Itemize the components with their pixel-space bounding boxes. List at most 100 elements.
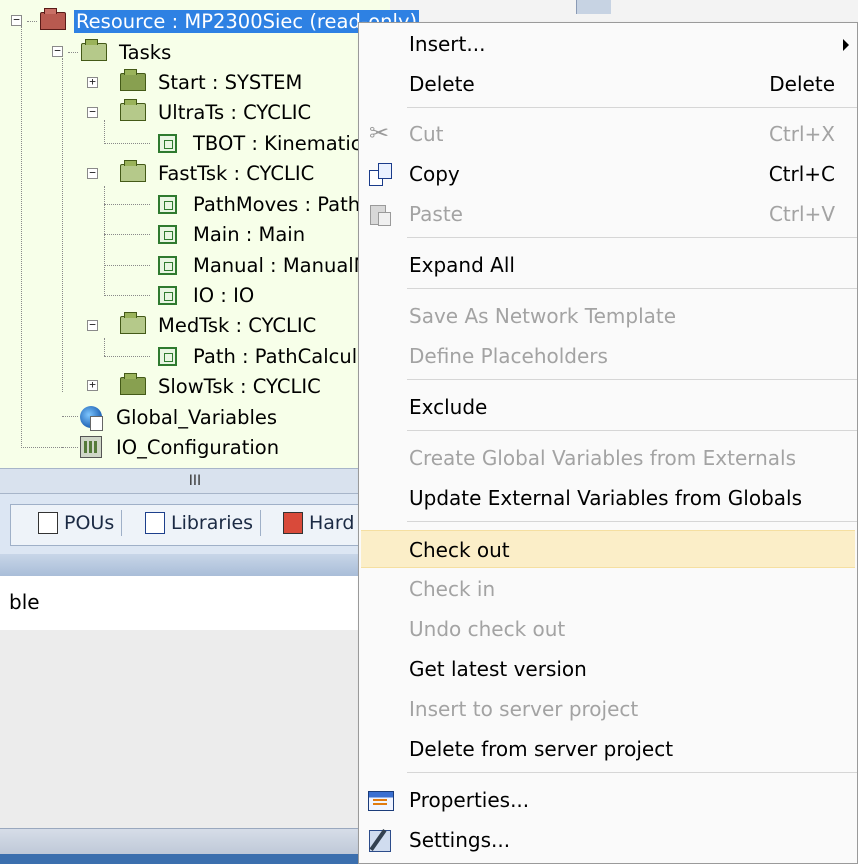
horizontal-scrollbar[interactable]: III [0, 468, 390, 494]
menu-item-get-latest-version[interactable]: Get latest version [361, 650, 855, 688]
tree-connector [62, 447, 78, 448]
menu-item-label: Define Placeholders [409, 344, 608, 368]
menu-item-label: Copy [409, 162, 460, 186]
menu-item-delete[interactable]: Delete Delete [361, 65, 855, 103]
tree-node-label: Manual : ManualM [193, 253, 371, 277]
vertical-scrollbar[interactable] [576, 0, 611, 14]
menu-item-settings[interactable]: Settings... [361, 821, 855, 859]
tree-node-ioconfig[interactable]: IO_Configuration [80, 433, 281, 461]
menu-separator [407, 430, 857, 431]
tree-node-globals[interactable]: Global_Variables [80, 403, 279, 431]
collapse-toggle-tasks[interactable]: − [52, 45, 63, 57]
tree-node-io[interactable]: IO : IO [158, 281, 256, 309]
tree-node-ultra[interactable]: UltraTs : CYCLIC [120, 98, 313, 126]
tree-connector [104, 265, 150, 266]
folder-open-icon [81, 39, 107, 61]
menu-item-properties[interactable]: Properties... [361, 781, 855, 819]
menu-item-insert-to-server-project[interactable]: Insert to server project [361, 690, 855, 728]
tree-node-label: IO_Configuration [116, 435, 280, 459]
menu-item-update-external-variables[interactable]: Update External Variables from Globals [361, 479, 855, 517]
tree-connector [68, 52, 78, 53]
menu-item-label: Paste [409, 202, 463, 226]
program-icon [158, 194, 177, 214]
menu-item-label: Create Global Variables from Externals [409, 446, 797, 470]
menu-item-delete-from-server-project[interactable]: Delete from server project [361, 730, 855, 768]
status-strip [0, 854, 390, 864]
tab-pous[interactable]: POUs [38, 508, 123, 538]
tree-node-label: Global_Variables [116, 405, 278, 429]
lower-pane-text: ble [9, 590, 40, 614]
folder-open-icon [120, 99, 146, 121]
project-tree: − − + − − − + Resource : MP2300Siec (rea… [0, 0, 420, 468]
tree-connector [62, 416, 78, 417]
libraries-icon [145, 512, 165, 534]
context-menu: Insert... Delete Delete Cut Ctrl+X Copy … [358, 22, 858, 864]
tab-label: Hard [309, 512, 355, 534]
program-icon [158, 285, 177, 305]
menu-item-save-network-template[interactable]: Save As Network Template [361, 297, 855, 335]
menu-item-exclude[interactable]: Exclude [361, 388, 855, 426]
tree-node-tasks[interactable]: Tasks [81, 38, 173, 66]
tree-node-main[interactable]: Main : Main [158, 220, 307, 248]
menu-item-paste[interactable]: Paste Ctrl+V [361, 195, 855, 233]
folder-open-icon [120, 312, 146, 334]
menu-item-insert[interactable]: Insert... [361, 25, 855, 63]
tab-label: POUs [64, 512, 115, 534]
tree-node-med[interactable]: MedTsk : CYCLIC [120, 311, 318, 339]
tree-node-label: UltraTs : CYCLIC [158, 100, 312, 124]
menu-item-label: Update External Variables from Globals [409, 486, 802, 510]
tree-node-pathmoves[interactable]: PathMoves : Path [158, 190, 362, 218]
tree-node-path[interactable]: Path : PathCalcula [158, 342, 371, 370]
menu-item-cut[interactable]: Cut Ctrl+X [361, 114, 855, 153]
menu-separator [407, 288, 857, 289]
expand-toggle-start[interactable]: + [87, 76, 98, 88]
tree-node-start[interactable]: Start : SYSTEM [120, 68, 304, 96]
folder-icon [120, 69, 146, 91]
tree-node-manual[interactable]: Manual : ManualM [158, 251, 373, 279]
workspace-tab-bar: POUs Libraries Hard [0, 494, 390, 554]
menu-separator [407, 237, 857, 238]
menu-item-label: Settings... [409, 828, 511, 852]
menu-item-create-global-variables[interactable]: Create Global Variables from Externals [361, 439, 855, 477]
menu-item-label: Cut [409, 122, 444, 146]
collapse-toggle-resource[interactable]: − [11, 14, 22, 26]
menu-item-expand-all[interactable]: Expand All [361, 246, 855, 284]
tree-node-fast[interactable]: FastTsk : CYCLIC [120, 159, 316, 187]
menu-item-undo-check-out[interactable]: Undo check out [361, 610, 855, 648]
properties-icon [367, 788, 394, 812]
tab-hardware[interactable]: Hard [283, 508, 354, 538]
collapse-toggle-med[interactable]: − [87, 319, 98, 331]
tree-node-slow[interactable]: SlowTsk : CYCLIC [120, 372, 323, 400]
menu-item-check-out[interactable]: Check out [361, 530, 855, 568]
tree-node-label: Tasks [119, 40, 172, 64]
scroll-grip: III [188, 473, 202, 489]
menu-item-label: Delete [409, 72, 475, 96]
folder-icon [120, 373, 146, 395]
menu-item-label: Insert to server project [409, 697, 639, 721]
collapse-toggle-fast[interactable]: − [87, 167, 98, 179]
tree-connector [21, 447, 62, 448]
tree-connector [27, 21, 37, 22]
expand-toggle-slow[interactable]: + [87, 379, 98, 391]
program-icon [158, 255, 177, 275]
tree-guide-line [104, 186, 105, 296]
lower-pane-body [0, 630, 390, 828]
io-configuration-icon [80, 436, 102, 458]
tab-divider [260, 510, 262, 536]
tab-libraries[interactable]: Libraries [145, 508, 262, 538]
hardware-icon [283, 512, 303, 534]
lower-horizontal-scrollbar[interactable] [0, 828, 390, 854]
tree-node-label: Path : PathCalcula [193, 344, 370, 368]
tree-node-label: Start : SYSTEM [158, 70, 303, 94]
tree-node-tbot[interactable]: TBOT : Kinematic [158, 129, 363, 157]
tree-node-label: FastTsk : CYCLIC [158, 161, 315, 185]
pous-icon [38, 512, 58, 534]
cut-icon [367, 114, 393, 152]
pane-header [0, 554, 390, 576]
menu-item-copy[interactable]: Copy Ctrl+C [361, 155, 855, 193]
copy-icon [367, 162, 393, 186]
menu-item-label: Expand All [409, 253, 515, 277]
menu-item-define-placeholders[interactable]: Define Placeholders [361, 337, 855, 375]
menu-item-check-in[interactable]: Check in [361, 570, 855, 608]
collapse-toggle-ultra[interactable]: − [87, 106, 98, 118]
